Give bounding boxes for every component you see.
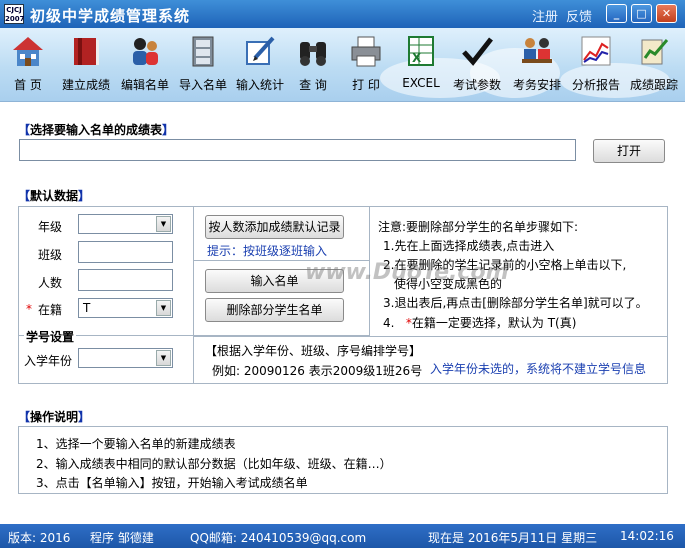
current-date-text: 现在是 2016年5月11日 星期三: [428, 531, 598, 545]
house-icon: [13, 37, 43, 66]
version-text: 版本: 2016: [8, 531, 71, 545]
edit-icon: [246, 36, 275, 65]
maximize-button[interactable]: □: [631, 4, 652, 23]
chevron-down-icon: ▼: [156, 300, 171, 316]
toolbar-create-scores[interactable]: 建立成绩: [58, 32, 114, 98]
required-star-icon: *: [26, 302, 32, 316]
grade-label: 年级: [38, 220, 63, 234]
enrolled-label: 在籍: [38, 303, 63, 317]
toolbar-edit-list[interactable]: 编辑名单: [117, 32, 173, 98]
operation-line-3: 3、点击【名单输入】按钮，开始输入考试成绩名单: [36, 476, 308, 490]
toolbar-analysis-report[interactable]: 分析报告: [568, 32, 624, 98]
class-input[interactable]: [78, 241, 173, 263]
window-title: 初级中学成绩管理系统: [30, 7, 191, 25]
entry-year-label: 入学年份: [24, 354, 73, 368]
status-bar: 版本: 2016 程序 邹德建 QQ邮箱: 240410539@qq.com 现…: [0, 524, 685, 548]
toolbar-edit-list-label: 编辑名单: [120, 78, 169, 92]
app-logo-icon: CJCJ 2007: [4, 4, 25, 24]
meeting-icon: [522, 38, 552, 63]
operation-line-1: 1、选择一个要输入名单的新建成绩表: [36, 437, 236, 451]
toolbar-exam-params[interactable]: 考试参数: [449, 32, 505, 98]
toolbar-import-list-label: 导入名单: [178, 78, 227, 92]
register-link[interactable]: 注册: [532, 6, 558, 25]
feedback-link[interactable]: 反馈: [566, 6, 592, 25]
toolbar-input-stats[interactable]: 输入统计: [232, 32, 288, 98]
toolbar-score-tracking-label: 成绩跟踪: [629, 78, 678, 92]
svg-text:X: X: [412, 51, 422, 65]
defaults-section-title: 【默认数据】: [18, 189, 91, 203]
chevron-down-icon: ▼: [156, 350, 171, 366]
book-icon: [74, 38, 99, 65]
add-by-count-button[interactable]: 按人数添加成绩默认记录: [205, 215, 344, 239]
close-button[interactable]: ✕: [656, 4, 677, 23]
printer-icon: [351, 36, 381, 67]
current-time-text: 14:02:16: [620, 529, 674, 543]
entry-year-select[interactable]: ▼: [78, 348, 173, 368]
toolbar-create-scores-label: 建立成绩: [61, 78, 110, 92]
note-title: 注意:要删除部分学生的名单步骤如下:: [378, 220, 579, 234]
excel-icon: X: [408, 36, 434, 66]
programmer-text: 程序 邹德建: [90, 531, 154, 545]
minimize-button[interactable]: _: [606, 4, 627, 23]
operation-line-2: 2、输入成绩表中相同的默认部分数据（比如年级、班级、在籍…）: [36, 457, 392, 471]
binoculars-icon: [300, 42, 326, 66]
checkmark-icon: [462, 37, 493, 66]
cabinet-icon: [192, 36, 214, 67]
toolbar-excel-label: EXCEL: [402, 76, 440, 90]
toolbar-input-stats-label: 输入统计: [235, 78, 284, 92]
email-text: QQ邮箱: 240410539@qq.com: [190, 531, 367, 545]
toolbar-import-list[interactable]: 导入名单: [175, 32, 231, 98]
delete-partial-button[interactable]: 删除部分学生名单: [205, 298, 344, 322]
toolbar-analysis-report-label: 分析报告: [571, 78, 620, 92]
id-rule-title: 【根据入学年份、班级、序号编排学号】: [205, 344, 422, 358]
toolbar-exam-params-label: 考试参数: [452, 78, 501, 92]
count-input[interactable]: [78, 269, 173, 291]
main-toolbar: 首 页 建立成绩 编辑名单 导入名单 输入统计 查 询 打 印 X EXCEL …: [0, 28, 685, 102]
id-rule-example: 例如: 20090126 表示2009级1班26号: [212, 364, 423, 378]
hint-text: 提示：按班级逐班输入: [207, 244, 328, 258]
tracking-icon: [641, 39, 669, 65]
select-table-section-title: 【选择要输入名单的成绩表】: [18, 123, 175, 137]
toolbar-exam-arrangement[interactable]: 考务安排: [509, 32, 565, 98]
student-id-section-title: 学号设置: [24, 328, 77, 345]
enrolled-select[interactable]: T ▼: [78, 298, 173, 318]
toolbar-score-tracking[interactable]: 成绩跟踪: [626, 32, 682, 98]
open-button[interactable]: 打开: [593, 139, 665, 163]
grade-select[interactable]: ▼: [78, 214, 173, 234]
toolbar-excel[interactable]: X EXCEL: [398, 32, 444, 98]
title-bar: CJCJ 2007 初级中学成绩管理系统 注册 反馈 _ □ ✕: [0, 0, 685, 28]
id-rule-warning: 入学年份未选的，系统将不建立学号信息: [430, 362, 647, 376]
score-table-input[interactable]: [19, 139, 576, 161]
chevron-down-icon: ▼: [156, 216, 171, 232]
chart-icon: [581, 36, 611, 66]
class-label: 班级: [38, 248, 63, 262]
people-icon: [133, 38, 158, 65]
toolbar-home[interactable]: 首 页: [6, 32, 50, 98]
count-label: 人数: [38, 276, 63, 290]
toolbar-home-label: 首 页: [14, 78, 42, 92]
note-step-3: 3.退出表后,再点击[删除部分学生名单]就可以了。: [383, 296, 648, 310]
note-step-4: 4. *在籍一定要选择，默认为 T(真): [383, 316, 577, 330]
toolbar-query-label: 查 询: [299, 78, 327, 92]
operations-section-title: 【操作说明】: [18, 410, 91, 424]
note-step-1: 1.先在上面选择成绩表,点击进入: [383, 239, 555, 253]
toolbar-query[interactable]: 查 询: [291, 32, 335, 98]
toolbar-print[interactable]: 打 印: [344, 32, 388, 98]
watermark: www.DuoTe.com: [305, 260, 509, 285]
toolbar-exam-arrangement-label: 考务安排: [512, 78, 561, 92]
toolbar-print-label: 打 印: [352, 78, 380, 92]
